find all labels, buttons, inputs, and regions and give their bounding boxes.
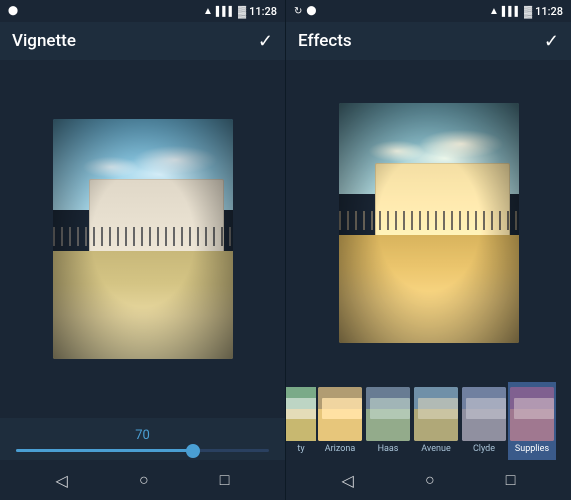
effects-title: Effects (298, 31, 352, 51)
refresh-icon: ↻ (294, 6, 302, 17)
status-right-right: ▲ ▌▌▌ ▓ 11:28 (489, 5, 563, 18)
effect-label-supplies: Supplies (515, 444, 549, 454)
status-left-icons-right: ↻ ⬤ (294, 6, 316, 17)
signal-icon-right: ▌▌▌ (502, 6, 521, 17)
back-button-left[interactable]: ◁ (56, 471, 68, 490)
effects-strip: ty Arizona Haas (286, 382, 571, 460)
effect-thumb-supplies (510, 387, 554, 441)
effect-item-supplies[interactable]: Supplies (508, 382, 556, 460)
effects-fence (339, 211, 519, 230)
top-bar-left: Vignette ✓ (0, 22, 285, 60)
nav-bar-left: ◁ ○ □ (0, 460, 285, 500)
slider-container[interactable] (16, 449, 269, 452)
vignette-panel: ⬤ ▲ ▌▌▌ ▓ 11:28 Vignette ✓ 70 (0, 0, 285, 500)
effect-label-clyde: Clyde (473, 444, 495, 454)
vignette-title: Vignette (12, 31, 76, 51)
slider-track[interactable] (16, 449, 269, 452)
effects-ground (339, 235, 519, 343)
recents-button-left[interactable]: □ (220, 470, 230, 490)
vignette-checkmark[interactable]: ✓ (258, 31, 273, 52)
effect-label-arizona: Arizona (325, 444, 356, 454)
vignette-ground (53, 251, 233, 359)
effects-panel: ↻ ⬤ ▲ ▌▌▌ ▓ 11:28 Effects ✓ (286, 0, 571, 500)
battery-icon-right: ▓ (524, 5, 532, 18)
effect-item-avenue[interactable]: Avenue (412, 382, 460, 460)
effect-thumb-haas (366, 387, 410, 441)
home-button-left[interactable]: ○ (139, 470, 149, 490)
battery-icon-left: ▓ (238, 5, 246, 18)
effects-photo-area (286, 60, 571, 382)
location-icon-right: ⬤ (306, 6, 316, 16)
slider-thumb[interactable] (186, 444, 200, 458)
time-right: 11:28 (535, 5, 563, 18)
effect-thumb-avenue (414, 387, 458, 441)
status-bar-left: ⬤ ▲ ▌▌▌ ▓ 11:28 (0, 0, 285, 22)
wifi-icon-left: ▲ (203, 6, 213, 17)
top-bar-right: Effects ✓ (286, 22, 571, 60)
home-button-right[interactable]: ○ (425, 470, 435, 490)
effect-item-partial[interactable]: ty (286, 382, 316, 460)
effect-label-partial: ty (297, 444, 304, 454)
status-left-icons: ⬤ (8, 6, 18, 16)
vignette-photo (53, 119, 233, 359)
status-right-left: ▲ ▌▌▌ ▓ 11:28 (203, 5, 277, 18)
wifi-icon-right: ▲ (489, 6, 499, 17)
effect-item-arizona[interactable]: Arizona (316, 382, 364, 460)
effect-item-clyde[interactable]: Clyde (460, 382, 508, 460)
effect-thumb-clyde (462, 387, 506, 441)
slider-fill (16, 449, 193, 452)
slider-value: 70 (16, 428, 269, 443)
vignette-fence (53, 227, 233, 246)
effect-label-haas: Haas (378, 444, 399, 454)
signal-icon-left: ▌▌▌ (216, 6, 235, 17)
effect-thumb-partial (286, 387, 316, 441)
back-button-right[interactable]: ◁ (342, 471, 354, 490)
effects-checkmark[interactable]: ✓ (544, 31, 559, 52)
nav-bar-right: ◁ ○ □ (286, 460, 571, 500)
status-bar-right: ↻ ⬤ ▲ ▌▌▌ ▓ 11:28 (286, 0, 571, 22)
effect-thumb-arizona (318, 387, 362, 441)
effects-photo (339, 103, 519, 343)
effect-item-haas[interactable]: Haas (364, 382, 412, 460)
time-left: 11:28 (249, 5, 277, 18)
recents-button-right[interactable]: □ (506, 470, 516, 490)
slider-controls: 70 (0, 418, 285, 460)
vignette-photo-area (0, 60, 285, 418)
location-icon: ⬤ (8, 6, 18, 16)
effect-label-avenue: Avenue (421, 444, 450, 454)
